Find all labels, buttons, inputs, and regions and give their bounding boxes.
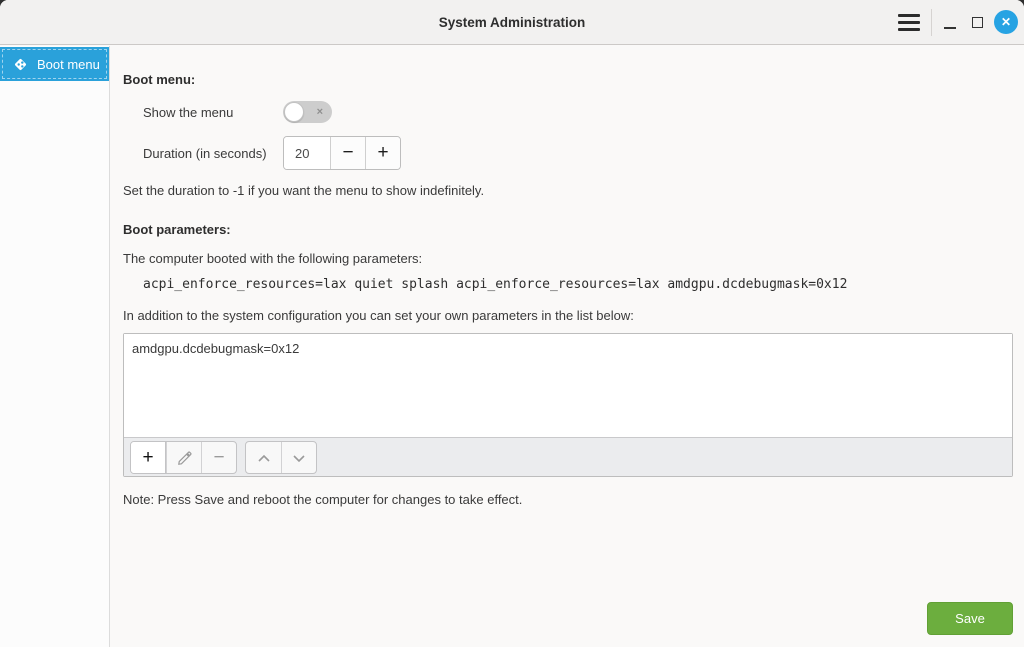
show-menu-label: Show the menu [143,105,233,120]
param-list-widget: amdgpu.dcdebugmask=0x12 + − [123,333,1013,477]
duration-decrement-button[interactable]: − [330,137,365,169]
sidebar-item-boot-menu[interactable]: Boot menu [0,47,109,81]
edit-param-button[interactable] [166,442,201,474]
remove-icon: − [213,447,224,469]
boot-params-heading: Boot parameters: [123,222,231,237]
move-down-button[interactable] [281,442,316,474]
sidebar: Boot menu [0,46,110,647]
custom-params-label: In addition to the system configuration … [123,308,634,323]
minimize-button[interactable] [941,12,959,34]
remove-param-button[interactable]: − [201,442,236,474]
param-list[interactable]: amdgpu.dcdebugmask=0x12 [124,334,1012,437]
titlebar-separator [931,9,932,36]
toggle-knob [284,102,304,122]
close-icon: ✕ [1001,15,1011,29]
edit-button-group: + − [130,441,237,474]
toggle-off-icon: × [317,101,323,123]
chevron-up-icon [257,454,271,463]
pencil-icon [177,451,192,466]
main-content: Boot menu: Show the menu × Duration (in … [111,46,1024,647]
minus-icon: − [342,142,353,164]
window-title: System Administration [0,0,1024,45]
close-button[interactable]: ✕ [994,10,1018,34]
maximize-button[interactable] [969,12,987,34]
move-up-button[interactable] [246,442,281,474]
list-item[interactable]: amdgpu.dcdebugmask=0x12 [124,334,1012,356]
move-button-group [245,441,317,474]
menu-icon[interactable] [896,13,922,32]
duration-label: Duration (in seconds) [143,146,267,161]
app-window: System Administration ✕ Boot menu Boot m… [0,0,1024,647]
plus-icon: + [377,142,388,164]
save-note: Note: Press Save and reboot the computer… [123,492,522,507]
add-param-button[interactable]: + [131,442,166,474]
duration-hint: Set the duration to -1 if you want the m… [123,183,484,198]
booted-params-value: acpi_enforce_resources=lax quiet splash … [143,277,847,292]
chevron-down-icon [292,454,306,463]
show-menu-toggle[interactable]: × [283,101,332,123]
boot-menu-heading: Boot menu: [123,72,195,87]
boot-menu-icon [12,56,29,73]
param-list-toolbar: + − [124,437,1012,476]
duration-increment-button[interactable]: + [365,137,400,169]
duration-spinner: − + [283,136,401,170]
duration-input[interactable] [284,137,330,169]
save-button[interactable]: Save [927,602,1013,635]
titlebar: System Administration ✕ [0,0,1024,45]
booted-params-label: The computer booted with the following p… [123,251,422,266]
add-icon: + [142,447,153,469]
sidebar-item-label: Boot menu [37,57,100,72]
